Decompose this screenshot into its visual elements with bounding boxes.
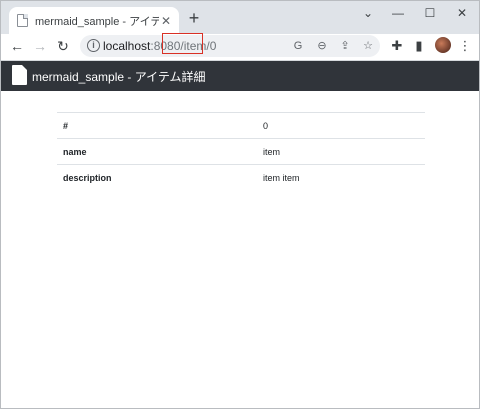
browser-toolbar: ← → ↻ i localhost:8080/item/0 G ⊖ ⇪ ☆ ✚ … [1, 34, 479, 58]
site-info-icon[interactable]: i [87, 39, 100, 52]
tab-search-chevron-icon[interactable]: ⌄ [353, 4, 383, 22]
extensions-puzzle-icon[interactable]: ✚ [387, 36, 407, 56]
page-favicon-icon [17, 14, 28, 27]
tab-title: mermaid_sample - アイテム詳細 [35, 15, 159, 28]
browser-tab[interactable]: mermaid_sample - アイテム詳細 ✕ [9, 7, 179, 34]
row-value: item item [263, 172, 300, 183]
row-value: item [263, 146, 281, 157]
navbar-brand-title[interactable]: mermaid_sample - アイテム詳細 [32, 68, 206, 85]
row-label: # [63, 120, 69, 131]
table-row: name item [57, 138, 425, 165]
translate-icon[interactable]: G [290, 38, 306, 54]
address-bar[interactable]: i localhost:8080/item/0 G ⊖ ⇪ ☆ [80, 35, 380, 57]
side-panel-icon[interactable]: ▮ [409, 36, 429, 56]
new-tab-button[interactable]: + [185, 9, 203, 29]
row-label: description [63, 172, 112, 183]
forward-button[interactable]: → [30, 36, 50, 56]
row-value: 0 [263, 120, 269, 131]
table-row: # 0 [57, 112, 425, 139]
minimize-button[interactable]: — [383, 4, 413, 22]
zoom-icon[interactable]: ⊖ [314, 38, 330, 54]
file-icon [12, 65, 27, 85]
maximize-button[interactable]: ☐ [415, 4, 445, 22]
browser-menu-icon[interactable]: ⋮ [455, 36, 475, 56]
url-host: localhost [103, 39, 151, 53]
table-row: description item item [57, 164, 425, 191]
url-path-highlight-box [162, 33, 203, 54]
tab-close-icon[interactable]: ✕ [159, 14, 173, 28]
tab-strip: mermaid_sample - アイテム詳細 ✕ + ⌄ — ☐ ✕ [1, 1, 479, 34]
profile-avatar[interactable] [435, 37, 451, 53]
close-window-button[interactable]: ✕ [447, 4, 477, 22]
item-detail-table: # 0 name item description item item [57, 112, 425, 191]
back-button[interactable]: ← [7, 36, 27, 56]
browser-window: mermaid_sample - アイテム詳細 ✕ + ⌄ — ☐ ✕ ← → … [0, 0, 480, 409]
reload-button[interactable]: ↻ [53, 36, 73, 56]
row-label: name [63, 146, 87, 157]
bookmark-star-icon[interactable]: ☆ [360, 38, 376, 54]
share-icon[interactable]: ⇪ [337, 38, 353, 54]
